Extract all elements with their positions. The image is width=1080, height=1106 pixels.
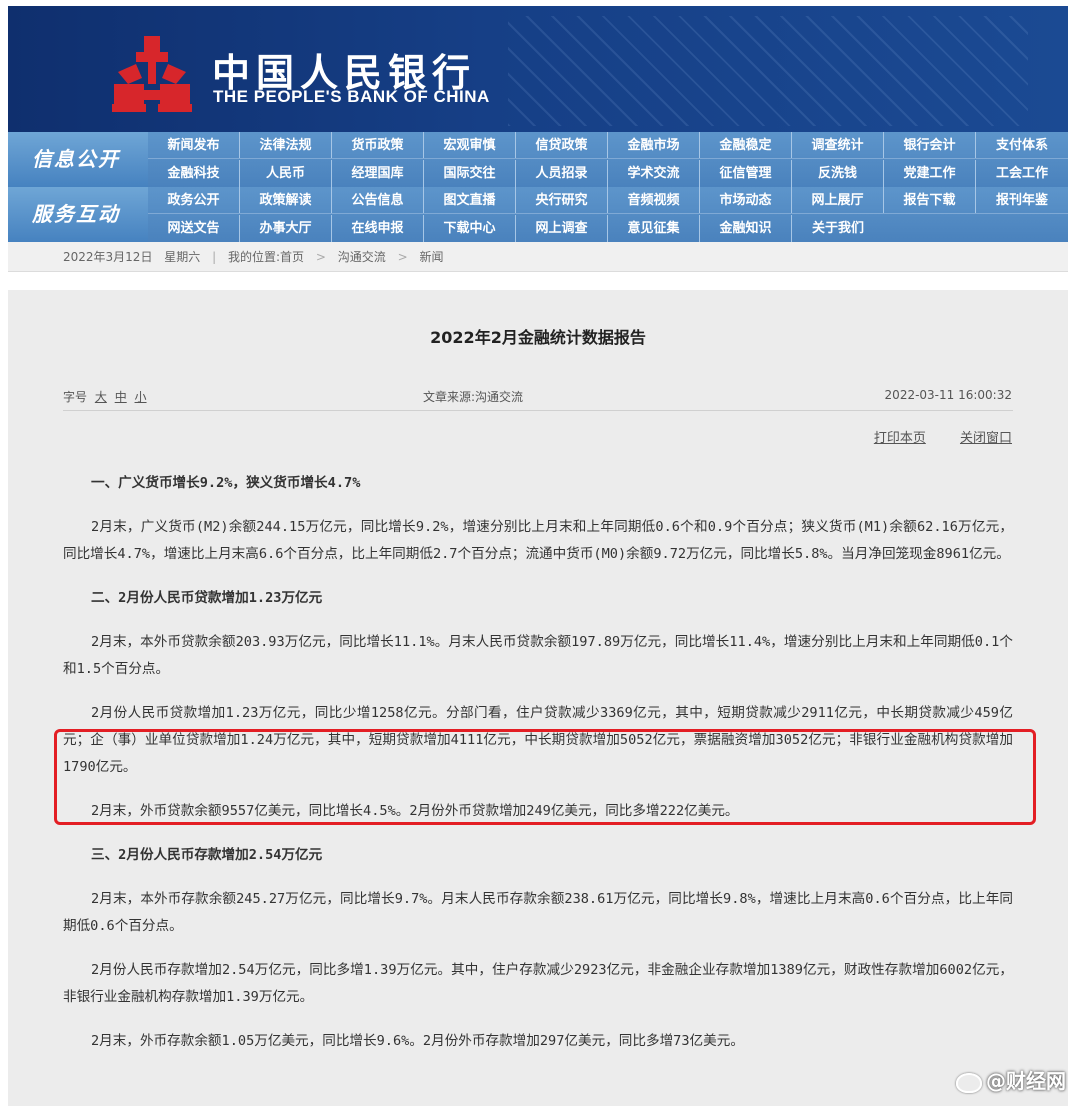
nav-item[interactable]: 关于我们 [792,215,884,242]
bank-name-english: THE PEOPLE'S BANK OF CHINA [213,87,490,106]
article-source: 文章来源:沟通交流 [423,390,524,404]
nav-item[interactable]: 新闻发布 [148,132,240,158]
nav-item[interactable]: 货币政策 [332,132,424,158]
paragraph: 2月末，本外币存款余额245.27万亿元，同比增长9.7%。月末人民币存款余额2… [63,891,1013,934]
breadcrumb-date: 2022年3月12日 [63,250,153,264]
nav-group-label-service: 服务互动 [8,187,148,242]
print-page-link[interactable]: 打印本页 [874,431,926,446]
nav-item[interactable]: 经理国库 [332,160,424,187]
breadcrumb-separator: | [212,250,217,264]
nav-item[interactable]: 支付体系 [976,132,1068,158]
nav-item[interactable]: 公告信息 [332,187,424,213]
nav-item[interactable]: 党建工作 [884,160,976,187]
nav-item[interactable]: 下载中心 [424,215,516,242]
nav-item[interactable]: 网上展厅 [792,187,884,213]
paragraph: 2月末，广义货币(M2)余额244.15万亿元，同比增长9.2%，增速分别比上月… [63,519,1013,562]
red-highlight-box [54,729,1036,825]
font-small-link[interactable]: 小 [135,390,147,404]
weibo-eye-icon [956,1072,982,1093]
nav-item[interactable]: 法律法规 [240,132,332,158]
nav-item[interactable]: 网送文告 [148,215,240,242]
paragraph: 2月份人民币存款增加2.54万亿元，同比多增1.39万亿元。其中，住户存款减少2… [63,962,1013,1005]
nav-group-service: 服务互动 政务公开 政策解读 公告信息 图文直播 央行研究 音频视频 市场动态 … [8,187,1068,242]
nav-item[interactable]: 金融科技 [148,160,240,187]
font-medium-link[interactable]: 中 [115,390,127,404]
site-header: 中国人民银行 THE PEOPLE'S BANK OF CHINA [8,6,1068,132]
article-panel: 2022年2月金融统计数据报告 字号 大 中 小 文章来源:沟通交流 2022-… [8,290,1068,1106]
nav-rows-info: 新闻发布 法律法规 货币政策 宏观审慎 信贷政策 金融市场 金融稳定 调查统计 … [148,132,1068,187]
nav-row-3: 政务公开 政策解读 公告信息 图文直播 央行研究 音频视频 市场动态 网上展厅 … [148,187,1068,214]
nav-item[interactable]: 报刊年鉴 [976,187,1068,213]
breadcrumb-level2-link[interactable]: 新闻 [420,250,444,264]
nav-item[interactable]: 央行研究 [516,187,608,213]
chevron-right-icon: > [315,250,326,264]
nav-item[interactable]: 调查统计 [792,132,884,158]
meta-divider [63,410,1013,411]
nav-item[interactable]: 征信管理 [700,160,792,187]
nav-item[interactable]: 国际交往 [424,160,516,187]
watermark-text: @财经网 [986,1069,1066,1093]
article-title: 2022年2月金融统计数据报告 [430,328,646,347]
paragraph: 2月末，外币存款余额1.05万亿美元，同比增长9.6%。2月份外币存款增加297… [91,1033,744,1049]
chevron-right-icon: > [397,250,408,264]
nav-item[interactable]: 金融市场 [608,132,700,158]
nav-item[interactable]: 图文直播 [424,187,516,213]
breadcrumb-weekday: 星期六 [164,250,201,264]
paragraph: 2月末，本外币贷款余额203.93万亿元，同比增长11.1%。月末人民币贷款余额… [63,634,1013,677]
nav-row-4: 网送文告 办事大厅 在线申报 下载中心 网上调查 意见征集 金融知识 关于我们 [148,215,1068,242]
nav-item[interactable]: 人民币 [240,160,332,187]
section-heading-1: 一、广义货币增长9.2%，狭义货币增长4.7% [91,475,361,491]
weibo-watermark: @财经网 [956,1065,1066,1094]
nav-item[interactable]: 信贷政策 [516,132,608,158]
font-size-controls: 字号 大 中 小 [63,388,147,405]
nav-item[interactable]: 音频视频 [608,187,700,213]
section-heading-3: 三、2月份人民币存款增加2.54万亿元 [91,847,323,863]
nav-item[interactable]: 报告下载 [884,187,976,213]
nav-rows-service: 政务公开 政策解读 公告信息 图文直播 央行研究 音频视频 市场动态 网上展厅 … [148,187,1068,242]
nav-item[interactable]: 银行会计 [884,132,976,158]
nav-group-label-info: 信息公开 [8,132,148,187]
nav-item[interactable]: 学术交流 [608,160,700,187]
nav-item[interactable]: 网上调查 [516,215,608,242]
breadcrumb: 2022年3月12日 星期六 | 我的位置:首页 > 沟通交流 > 新闻 [8,242,1068,272]
nav-item[interactable]: 金融知识 [700,215,792,242]
breadcrumb-level1-link[interactable]: 沟通交流 [338,250,386,264]
nav-row-1: 新闻发布 法律法规 货币政策 宏观审慎 信贷政策 金融市场 金融稳定 调查统计 … [148,132,1068,159]
nav-item[interactable]: 办事大厅 [240,215,332,242]
close-window-link[interactable]: 关闭窗口 [960,431,1012,446]
article-tools: 打印本页 关闭窗口 [844,427,1012,446]
nav-item[interactable]: 市场动态 [700,187,792,213]
nav-row-2: 金融科技 人民币 经理国库 国际交往 人员招录 学术交流 征信管理 反洗钱 党建… [148,160,1068,187]
nav-item[interactable]: 政务公开 [148,187,240,213]
nav-item[interactable]: 宏观审慎 [424,132,516,158]
section-heading-2: 二、2月份人民币贷款增加1.23万亿元 [91,590,323,606]
breadcrumb-home-link[interactable]: 我的位置:首页 [228,250,304,264]
font-size-label: 字号 [63,390,88,404]
nav-item[interactable]: 金融稳定 [700,132,792,158]
header-pattern [508,16,1028,126]
pboc-logo-icon [112,36,192,112]
font-large-link[interactable]: 大 [95,390,107,404]
nav-item[interactable]: 在线申报 [332,215,424,242]
nav-item[interactable]: 意见征集 [608,215,700,242]
nav-item[interactable]: 反洗钱 [792,160,884,187]
main-navigation: 信息公开 新闻发布 法律法规 货币政策 宏观审慎 信贷政策 金融市场 金融稳定 … [8,132,1068,242]
nav-group-info: 信息公开 新闻发布 法律法规 货币政策 宏观审慎 信贷政策 金融市场 金融稳定 … [8,132,1068,187]
nav-item[interactable]: 工会工作 [976,160,1068,187]
nav-item[interactable]: 政策解读 [240,187,332,213]
article-datetime: 2022-03-11 16:00:32 [884,388,1012,402]
nav-item[interactable]: 人员招录 [516,160,608,187]
